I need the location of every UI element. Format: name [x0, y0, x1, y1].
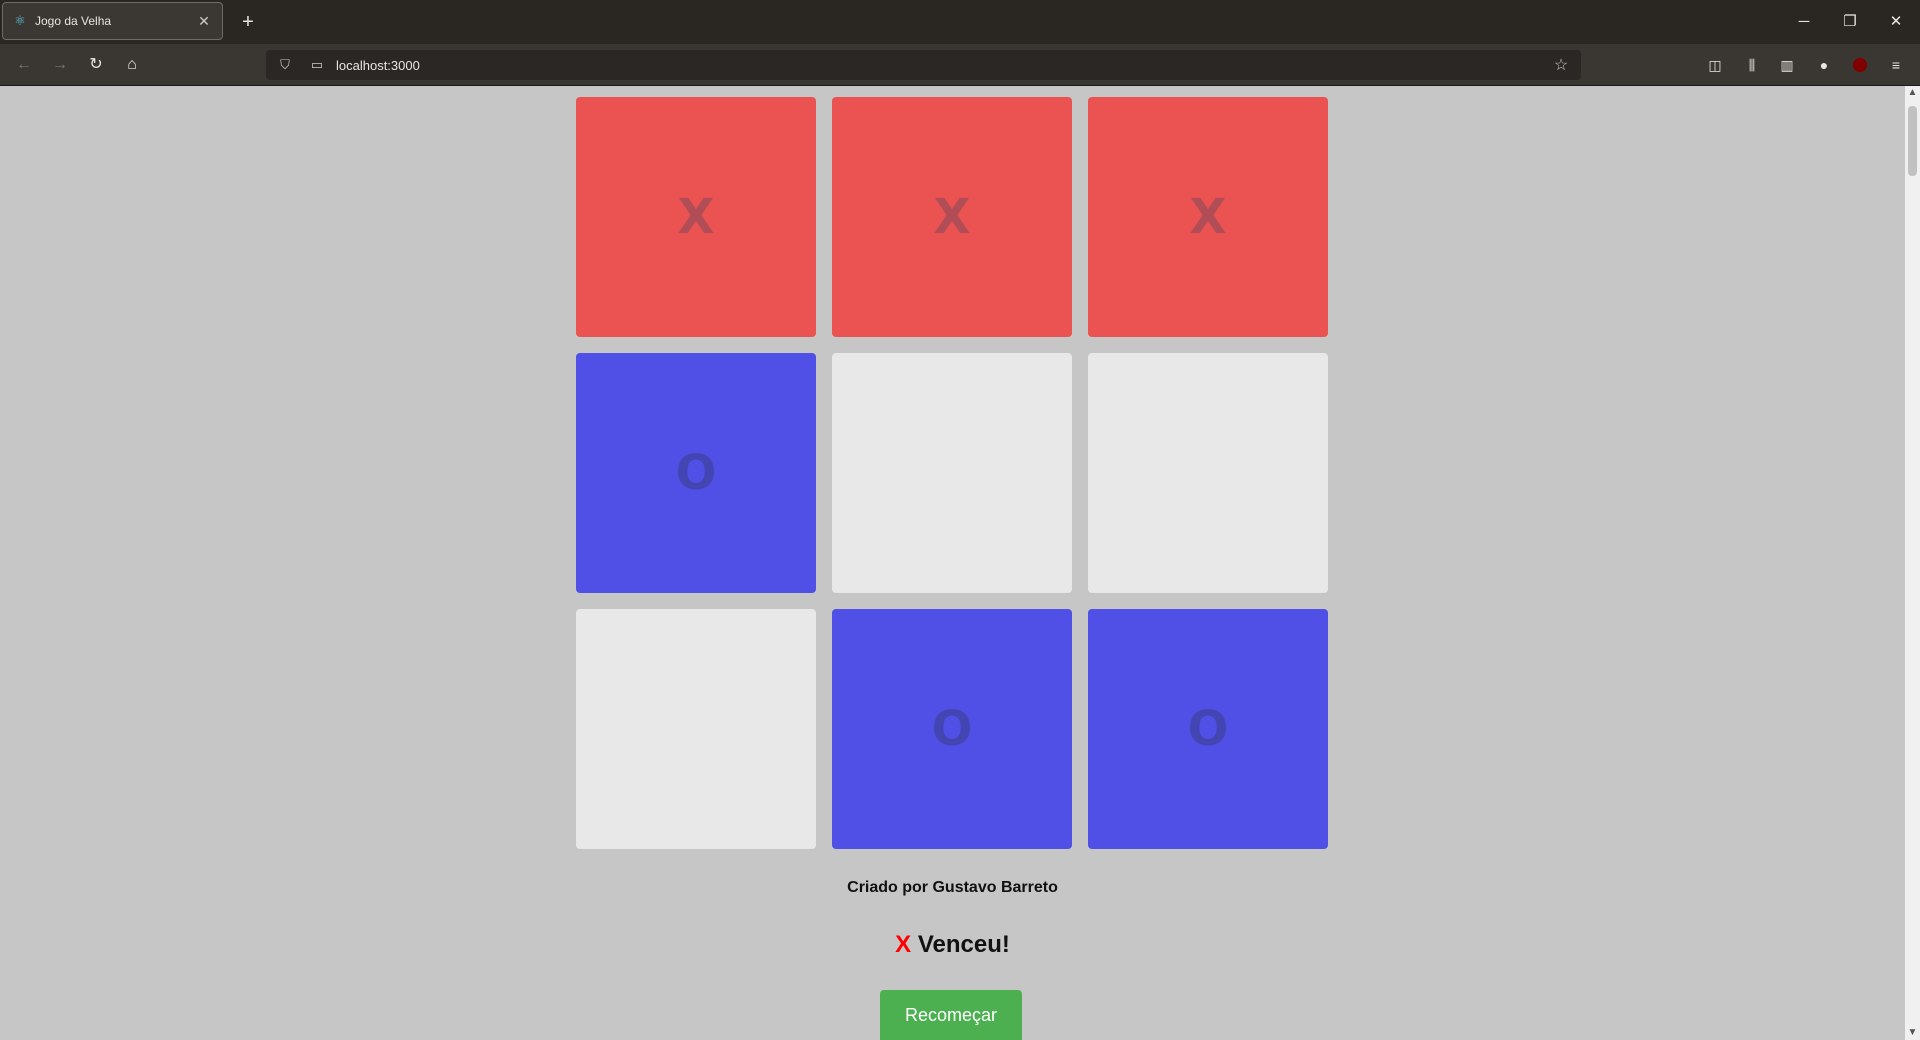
game-board: XXXOOO [576, 97, 1329, 849]
new-tab-icon[interactable]: + [236, 10, 260, 34]
restore-icon[interactable]: ❐ [1838, 10, 1862, 34]
board-cell-1-0[interactable]: O [576, 353, 816, 593]
board-cell-2-2[interactable]: O [1088, 609, 1328, 849]
minimize-icon[interactable]: ─ [1792, 10, 1816, 34]
browser-tab[interactable]: ⚛ Jogo da Velha ✕ [2, 2, 223, 40]
home-icon[interactable]: ⌂ [120, 53, 144, 77]
board-cell-0-0[interactable]: X [576, 97, 816, 337]
result-message: X Venceu! [0, 931, 1905, 959]
winner-symbol: X [895, 931, 912, 958]
sidebar-icon[interactable]: ▥ [1775, 53, 1799, 77]
scroll-up-icon[interactable]: ▲ [1905, 86, 1920, 100]
restart-button[interactable]: Recomeçar [880, 990, 1022, 1040]
address-bar[interactable]: ⛉ ▭ localhost:3000 ☆ [266, 50, 1581, 80]
bookmark-star-icon[interactable]: ☆ [1549, 55, 1573, 75]
shield-icon[interactable]: ⛉ [276, 57, 294, 73]
close-tab-icon[interactable]: ✕ [196, 13, 212, 29]
library-icon[interactable]: ⫼ [1740, 53, 1764, 77]
page-icon: ▭ [310, 57, 324, 72]
page-viewport: XXXOOO Criado por Gustavo Barreto X Venc… [0, 86, 1920, 1040]
forward-icon[interactable]: → [48, 53, 72, 77]
close-window-icon[interactable]: ✕ [1884, 10, 1908, 34]
nav-bar: ← → ↻ ⌂ ⛉ ▭ localhost:3000 ☆ ◫ ⫼ ▥ ● ≡ [0, 44, 1920, 86]
tab-title: Jogo da Velha [35, 14, 112, 28]
account-icon[interactable]: ● [1812, 53, 1836, 77]
reload-icon[interactable]: ↻ [84, 53, 108, 77]
board-cell-2-0[interactable] [576, 609, 816, 849]
board-cell-0-1[interactable]: X [832, 97, 1072, 337]
result-text: Venceu! [917, 931, 1010, 958]
scroll-thumb[interactable] [1908, 106, 1917, 176]
react-icon: ⚛ [14, 13, 26, 28]
board-cell-1-2[interactable] [1088, 353, 1328, 593]
board-cell-1-1[interactable] [832, 353, 1072, 593]
url-text[interactable]: localhost:3000 [336, 58, 1549, 73]
scroll-down-icon[interactable]: ▼ [1905, 1026, 1920, 1040]
menu-icon[interactable]: ≡ [1884, 53, 1908, 77]
pocket-icon[interactable]: ◫ [1703, 53, 1727, 77]
ublock-icon[interactable] [1853, 58, 1867, 72]
tab-bar: ⚛ Jogo da Velha ✕ + ─ ❐ ✕ [0, 0, 1920, 44]
credit-text: Criado por Gustavo Barreto [847, 879, 1058, 896]
back-icon[interactable]: ← [12, 53, 36, 77]
board-cell-2-1[interactable]: O [832, 609, 1072, 849]
vertical-scrollbar[interactable]: ▲ ▼ [1905, 86, 1920, 1040]
board-cell-0-2[interactable]: X [1088, 97, 1328, 337]
